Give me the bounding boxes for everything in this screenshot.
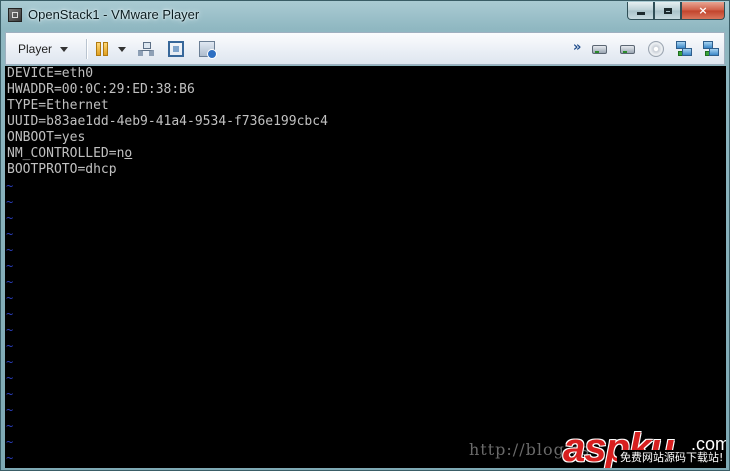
config-line: TYPE=Ethernet [7, 98, 109, 113]
hard-disk-icon[interactable] [620, 41, 637, 57]
title-bar[interactable]: OpenStack1 - VMware Player × [1, 1, 729, 31]
maximize-icon [663, 7, 672, 14]
vmware-player-window: OpenStack1 - VMware Player × Player » DE… [0, 0, 730, 471]
maximize-button[interactable] [654, 2, 681, 20]
unity-icon[interactable] [199, 41, 217, 59]
config-line: HWADDR=00:0C:29:ED:38:B6 [7, 82, 195, 97]
tilde-marker: ~ [6, 307, 14, 321]
minimize-icon [636, 12, 645, 15]
minimize-button[interactable] [627, 2, 654, 20]
watermark-tagline: 免费网站源码下载站! [617, 450, 727, 466]
config-line: ONBOOT=yes [7, 130, 86, 145]
player-menu-label: Player [18, 42, 53, 56]
hard-disk-icon[interactable] [592, 41, 609, 57]
tilde-marker: ~ [6, 211, 14, 225]
window-title: OpenStack1 - VMware Player [28, 7, 200, 22]
tilde-marker: ~ [6, 195, 14, 209]
tilde-marker: ~ [6, 243, 14, 257]
chevron-down-icon [60, 46, 69, 52]
config-line: BOOTPROTO=dhcp [7, 162, 117, 177]
tilde-marker: ~ [6, 291, 14, 305]
tilde-marker: ~ [6, 435, 14, 449]
config-line: UUID=b83ae1dd-4eb9-41a4-9534-f736e199cbc… [7, 114, 328, 129]
tilde-marker: ~ [6, 419, 14, 433]
config-line: DEVICE=eth0 [7, 66, 94, 81]
tilde-marker: ~ [6, 179, 14, 193]
chevron-down-icon[interactable] [118, 47, 126, 52]
file-content: DEVICE=eth0 HWADDR=00:0C:29:ED:38:B6 TYP… [7, 66, 328, 178]
tilde-marker: ~ [6, 259, 14, 273]
toolbar: Player » [5, 32, 725, 65]
player-menu-button[interactable]: Player [12, 38, 74, 60]
network-icon[interactable] [138, 41, 154, 57]
pause-icon[interactable] [94, 41, 110, 57]
tilde-marker: ~ [6, 355, 14, 369]
tilde-marker: ~ [6, 451, 14, 465]
vm-console[interactable]: DEVICE=eth0 HWADDR=00:0C:29:ED:38:B6 TYP… [5, 66, 726, 468]
tilde-marker: ~ [6, 339, 14, 353]
close-icon: × [698, 4, 708, 17]
config-line-text: NM_CONTROLLED=n [7, 146, 125, 161]
close-button[interactable]: × [681, 2, 725, 20]
toolbar-divider [86, 39, 88, 59]
more-chevron-icon[interactable]: » [573, 40, 582, 55]
network-adapter-icon[interactable] [676, 41, 693, 57]
window-controls: × [627, 2, 725, 20]
tilde-marker: ~ [6, 387, 14, 401]
tilde-marker: ~ [6, 403, 14, 417]
tilde-marker: ~ [6, 227, 14, 241]
vmware-player-icon [8, 8, 22, 22]
network-adapter-icon[interactable] [703, 41, 720, 57]
text-cursor: o [124, 146, 133, 161]
tilde-marker: ~ [6, 371, 14, 385]
tilde-marker: ~ [6, 275, 14, 289]
tilde-marker: ~ [6, 323, 14, 337]
empty-line-markers: ~ ~ ~ ~ ~ ~ ~ ~ ~ ~ ~ ~ ~ ~ ~ ~ ~ ~ [6, 178, 13, 466]
fullscreen-icon[interactable] [168, 41, 184, 57]
cd-dvd-icon[interactable] [648, 41, 664, 57]
config-line-cursor: NM_CONTROLLED=no [7, 146, 328, 162]
